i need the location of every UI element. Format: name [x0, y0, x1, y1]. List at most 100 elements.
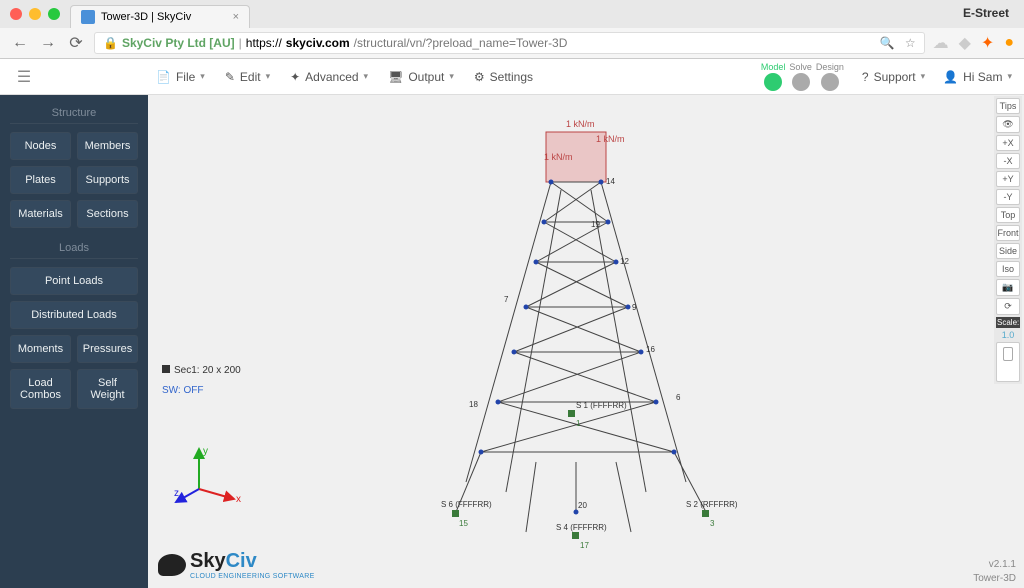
app-toolbar: ☰ 📄File▾ ✎Edit▾ ✦Advanced▾ 🖥Output▾ ⚙Set…	[0, 59, 1024, 95]
svg-text:6: 6	[676, 393, 681, 402]
mode-tabs: Model Solve Design	[761, 62, 844, 91]
view-side-button[interactable]: Side	[996, 243, 1020, 259]
maximize-window-button[interactable]	[48, 8, 60, 20]
svg-text:7: 7	[504, 295, 509, 304]
view-front-button[interactable]: Front	[996, 225, 1020, 241]
settings-menu[interactable]: ⚙Settings	[474, 70, 533, 84]
svg-text:S 1 (FFFFRR): S 1 (FFFFRR)	[576, 401, 627, 410]
nodes-button[interactable]: Nodes	[10, 132, 71, 160]
user-menu[interactable]: 👤Hi Sam▾	[943, 70, 1012, 84]
browser-chrome: Tower-3D | SkyCiv × E-Street ← → ⟳ 🔒 Sky…	[0, 0, 1024, 59]
file-icon: 📄	[156, 70, 171, 84]
ext-icon-3[interactable]: ✦	[981, 33, 994, 53]
materials-button[interactable]: Materials	[10, 200, 71, 228]
view-minus-y-button[interactable]: -Y	[996, 189, 1020, 205]
reload-button[interactable]: ⟳	[66, 33, 86, 53]
browser-profile: E-Street	[963, 6, 1009, 20]
view-top-button[interactable]: Top	[996, 207, 1020, 223]
tips-button[interactable]: Tips	[996, 98, 1020, 114]
filename-label: Tower-3D	[973, 573, 1016, 584]
svg-text:S 4 (FFFFRR): S 4 (FFFFRR)	[556, 523, 607, 532]
refresh-view-button[interactable]: ⟳	[996, 298, 1020, 315]
scale-slider[interactable]	[996, 342, 1020, 382]
screen-icon: 🖥	[388, 70, 403, 84]
bookmark-icon[interactable]: ☆	[905, 36, 916, 50]
svg-text:y: y	[203, 446, 208, 457]
ext-icon-4[interactable]: ●	[1004, 34, 1014, 52]
svg-text:12: 12	[620, 257, 629, 266]
support-menu[interactable]: ?Support▾	[862, 70, 925, 84]
view-plus-y-button[interactable]: +Y	[996, 171, 1020, 187]
svg-text:1 kN/m: 1 kN/m	[544, 152, 573, 162]
svg-text:18: 18	[469, 400, 478, 409]
svg-text:3: 3	[710, 519, 715, 528]
brand-logo: SkyCiv CLOUD ENGINEERING SOFTWARE	[158, 550, 315, 580]
self-weight-button[interactable]: Self Weight	[77, 369, 138, 409]
view-tools: Tips 👁 +X -X +Y -Y Top Front Side Iso 📷 …	[994, 96, 1022, 384]
tab-title: Tower-3D | SkyCiv	[101, 11, 191, 23]
svg-text:17: 17	[580, 541, 589, 550]
svg-text:S 2 (RFFFRR): S 2 (RFFFRR)	[686, 500, 738, 509]
svg-text:1 kN/m: 1 kN/m	[566, 119, 595, 129]
ext-icon-2[interactable]: ◆	[959, 33, 971, 53]
file-menu[interactable]: 📄File▾	[156, 70, 205, 84]
view-iso-button[interactable]: Iso	[996, 261, 1020, 277]
moments-button[interactable]: Moments	[10, 335, 71, 363]
svg-text:x: x	[236, 494, 241, 505]
output-menu[interactable]: 🖥Output▾	[388, 70, 454, 84]
minimize-window-button[interactable]	[29, 8, 41, 20]
mode-model[interactable]: Model	[761, 62, 786, 91]
logo-icon	[158, 554, 186, 576]
svg-text:1: 1	[576, 419, 581, 428]
version-label: v2.1.1	[989, 559, 1016, 570]
lock-icon: 🔒	[103, 36, 118, 50]
svg-text:9: 9	[632, 303, 637, 312]
url-company: SkyCiv Pty Ltd [AU]	[122, 36, 235, 50]
tower-model: 1 kN/m 1 kN/m 1 kN/m	[396, 112, 776, 552]
pressures-button[interactable]: Pressures	[77, 335, 138, 363]
supports-button[interactable]: Supports	[77, 166, 138, 194]
favicon-icon	[81, 10, 95, 24]
members-button[interactable]: Members	[77, 132, 138, 160]
section-legend: Sec1: 20 x 200	[162, 365, 241, 376]
help-icon: ?	[862, 70, 869, 84]
browser-tab[interactable]: Tower-3D | SkyCiv ×	[70, 5, 250, 28]
dist-loads-button[interactable]: Distributed Loads	[10, 301, 138, 329]
wand-icon: ✦	[290, 70, 300, 84]
close-tab-icon[interactable]: ×	[233, 11, 239, 23]
axes-gizmo: y x z	[174, 444, 244, 514]
visibility-button[interactable]: 👁	[996, 116, 1020, 133]
structure-header: Structure	[10, 107, 138, 124]
mode-design[interactable]: Design	[816, 62, 844, 91]
forward-button[interactable]: →	[38, 33, 58, 53]
user-icon: 👤	[943, 70, 958, 84]
address-bar[interactable]: 🔒 SkyCiv Pty Ltd [AU] | https://skyciv.c…	[94, 32, 925, 54]
sections-button[interactable]: Sections	[77, 200, 138, 228]
menu-toggle-icon[interactable]: ☰	[12, 67, 36, 87]
view-minus-x-button[interactable]: -X	[996, 153, 1020, 169]
sidebar: Structure Nodes Members Plates Supports …	[0, 95, 148, 588]
edit-menu[interactable]: ✎Edit▾	[225, 70, 270, 84]
svg-text:16: 16	[646, 345, 655, 354]
svg-text:1 kN/m: 1 kN/m	[596, 134, 625, 144]
point-loads-button[interactable]: Point Loads	[10, 267, 138, 295]
svg-text:z: z	[174, 488, 179, 499]
svg-text:14: 14	[606, 177, 615, 186]
pencil-icon: ✎	[225, 70, 235, 84]
mode-solve[interactable]: Solve	[789, 62, 812, 91]
scale-label: Scale:	[996, 317, 1020, 328]
window-controls	[10, 8, 60, 20]
ext-icon-1[interactable]: ☁	[933, 33, 949, 53]
loads-header: Loads	[10, 242, 138, 259]
load-combos-button[interactable]: Load Combos	[10, 369, 71, 409]
plates-button[interactable]: Plates	[10, 166, 71, 194]
view-plus-x-button[interactable]: +X	[996, 135, 1020, 151]
advanced-menu[interactable]: ✦Advanced▾	[290, 70, 368, 84]
screenshot-button[interactable]: 📷	[996, 279, 1020, 296]
model-canvas[interactable]: Sec1: 20 x 200 SW: OFF y x z 1 kN/m 1 kN…	[148, 95, 1024, 588]
back-button[interactable]: ←	[10, 33, 30, 53]
scale-value: 1.0	[996, 330, 1020, 340]
close-window-button[interactable]	[10, 8, 22, 20]
search-icon[interactable]: 🔍	[880, 36, 895, 50]
svg-text:S 6 (FFFFRR): S 6 (FFFFRR)	[441, 500, 492, 509]
